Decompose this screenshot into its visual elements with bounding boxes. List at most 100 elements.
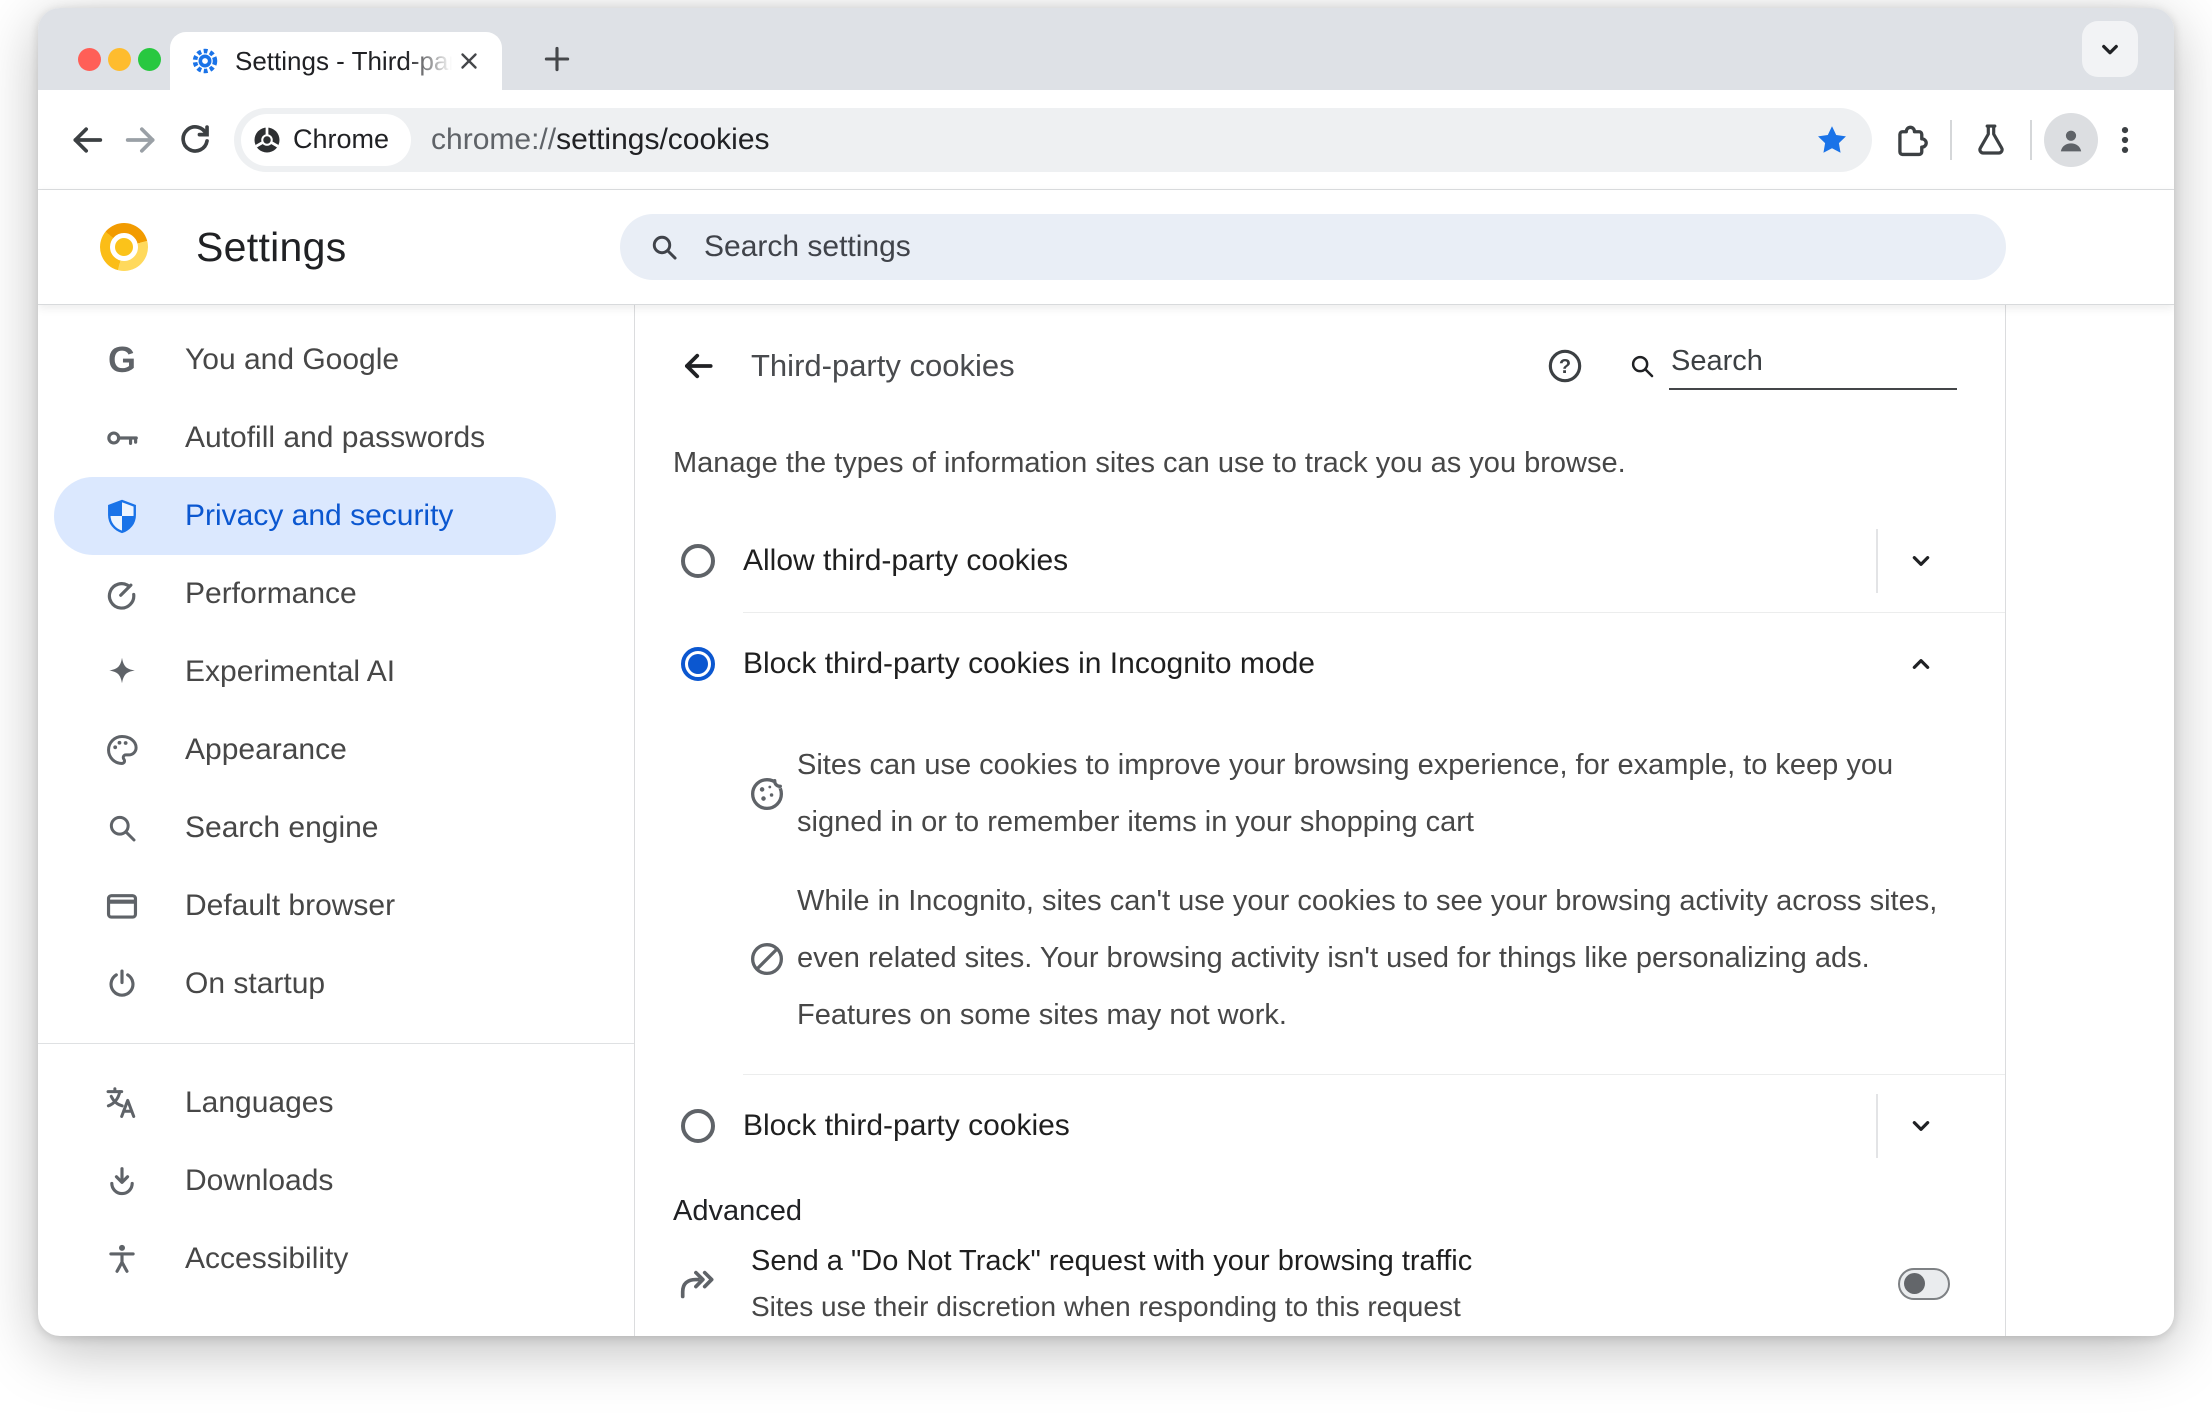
tab-title: Settings - Third-party cookies bbox=[235, 45, 452, 77]
download-icon bbox=[103, 1162, 141, 1200]
settings-header: Settings bbox=[38, 190, 2174, 305]
browser-toolbar: Chrome chrome://settings/cookies bbox=[38, 90, 2174, 190]
cookie-icon bbox=[745, 772, 789, 816]
url-text[interactable]: chrome://settings/cookies bbox=[431, 123, 770, 157]
maximize-window-button[interactable] bbox=[138, 48, 161, 71]
intro-text: Manage the types of information sites ca… bbox=[673, 447, 1626, 479]
do-not-track-subtitle: Sites use their discretion when respondi… bbox=[751, 1291, 1461, 1322]
option-block-incognito[interactable]: Block third-party cookies in Incognito m… bbox=[675, 613, 1964, 715]
power-icon bbox=[103, 965, 141, 1003]
blocked-icon bbox=[745, 937, 789, 981]
settings-sidebar: G You and Google Autofill and passwords bbox=[38, 305, 635, 1336]
back-arrow-icon[interactable] bbox=[679, 347, 717, 385]
tab-search-button[interactable] bbox=[2082, 21, 2138, 77]
bookmark-star-icon[interactable] bbox=[1810, 118, 1854, 162]
toolbar-divider bbox=[2030, 119, 2032, 160]
extensions-icon[interactable] bbox=[1884, 113, 1938, 167]
chevron-up-icon bbox=[1912, 659, 1930, 669]
tab-close-icon[interactable] bbox=[452, 44, 486, 78]
reload-button[interactable] bbox=[168, 113, 222, 167]
chrome-logo-icon bbox=[252, 125, 282, 155]
sidebar-item-experimental-ai[interactable]: Experimental AI bbox=[54, 633, 556, 711]
tab-title-fade bbox=[406, 45, 452, 77]
do-not-track-text: Send a "Do Not Track" request with your … bbox=[751, 1238, 1472, 1330]
minimize-window-button[interactable] bbox=[108, 48, 131, 71]
content-right-gutter bbox=[2006, 305, 2174, 1336]
collapse-incognito-button[interactable] bbox=[1878, 632, 1964, 696]
cookie-description-text: Sites can use cookies to improve your br… bbox=[797, 749, 1894, 838]
sidebar-divider bbox=[38, 1043, 634, 1044]
settings-content: Third-party cookies ? Manage the types o… bbox=[635, 305, 2006, 1336]
content-header: Third-party cookies ? bbox=[635, 305, 2005, 417]
palette-icon bbox=[103, 731, 141, 769]
chrome-chip-label: Chrome bbox=[293, 124, 390, 154]
speedometer-icon bbox=[103, 575, 141, 613]
radio-block[interactable] bbox=[681, 1109, 715, 1143]
back-button[interactable] bbox=[60, 113, 114, 167]
sidebar-item-default-browser[interactable]: Default browser bbox=[54, 867, 556, 945]
settings-title: Settings bbox=[196, 223, 347, 270]
toolbar-divider bbox=[1950, 119, 1952, 160]
page-search-input[interactable] bbox=[1669, 342, 1957, 390]
cookie-description-row: Sites can use cookies to improve your br… bbox=[745, 737, 1964, 851]
sidebar-item-search-engine[interactable]: Search engine bbox=[54, 789, 556, 867]
settings-search-bar[interactable] bbox=[620, 214, 2006, 280]
shield-icon bbox=[103, 497, 141, 535]
chevron-down-icon bbox=[1912, 556, 1930, 566]
chrome-canary-logo bbox=[100, 223, 148, 271]
address-bar[interactable]: Chrome chrome://settings/cookies bbox=[234, 107, 1872, 172]
sidebar-item-you-and-google[interactable]: G You and Google bbox=[54, 321, 556, 399]
do-not-track-row: Send a "Do Not Track" request with your … bbox=[675, 1238, 1950, 1330]
accessibility-person-icon bbox=[103, 1240, 141, 1278]
tab-strip: Settings - Third-party cookies bbox=[38, 8, 2174, 90]
sidebar-item-accessibility[interactable]: Accessibility bbox=[54, 1220, 556, 1298]
translate-icon bbox=[103, 1084, 141, 1122]
option-allow-third-party-cookies[interactable]: Allow third-party cookies bbox=[675, 510, 1964, 612]
browser-window: Settings - Third-party cookies bbox=[38, 8, 2174, 1336]
forward-button[interactable] bbox=[114, 113, 168, 167]
sidebar-item-performance[interactable]: Performance bbox=[54, 555, 556, 633]
sidebar-item-downloads[interactable]: Downloads bbox=[54, 1142, 556, 1220]
sidebar-item-appearance[interactable]: Appearance bbox=[54, 711, 556, 789]
browser-menu-kebab-icon[interactable] bbox=[2098, 113, 2152, 167]
sidebar-item-languages[interactable]: Languages bbox=[54, 1064, 556, 1142]
settings-gear-favicon-icon bbox=[190, 46, 220, 76]
do-not-track-arrow-icon bbox=[675, 1262, 719, 1306]
expand-block-button[interactable] bbox=[1878, 1094, 1964, 1158]
blocked-description-row: While in Incognito, sites can't use your… bbox=[745, 873, 1964, 1044]
key-icon bbox=[103, 419, 141, 457]
do-not-track-toggle[interactable] bbox=[1898, 1268, 1950, 1300]
radio-allow[interactable] bbox=[681, 544, 715, 578]
chevron-down-icon bbox=[1912, 1121, 1930, 1131]
radio-block-incognito[interactable] bbox=[681, 647, 715, 681]
expand-allow-button[interactable] bbox=[1878, 529, 1964, 593]
page-title: Third-party cookies bbox=[751, 348, 1015, 383]
option-block-third-party-cookies[interactable]: Block third-party cookies bbox=[675, 1075, 1964, 1177]
sidebar-item-privacy-and-security[interactable]: Privacy and security bbox=[54, 477, 556, 555]
new-tab-button[interactable] bbox=[534, 36, 580, 82]
sparkle-icon bbox=[103, 653, 141, 691]
settings-main: G You and Google Autofill and passwords bbox=[38, 305, 2174, 1336]
help-icon[interactable]: ? bbox=[1543, 344, 1587, 388]
magnifier-icon bbox=[103, 809, 141, 847]
url-path: settings/cookies bbox=[556, 122, 770, 156]
blocked-description-text: While in Incognito, sites can't use your… bbox=[797, 885, 1938, 1031]
settings-search-input[interactable] bbox=[702, 229, 1994, 265]
google-g-icon: G bbox=[107, 339, 136, 380]
search-icon bbox=[1631, 355, 1654, 378]
page-search[interactable] bbox=[1627, 342, 1957, 390]
close-window-button[interactable] bbox=[78, 48, 101, 71]
profile-avatar[interactable] bbox=[2044, 112, 2098, 167]
tab-settings[interactable]: Settings - Third-party cookies bbox=[170, 32, 502, 90]
url-scheme: chrome:// bbox=[431, 122, 557, 156]
search-icon bbox=[648, 231, 680, 263]
sidebar-item-on-startup[interactable]: On startup bbox=[54, 945, 556, 1023]
advanced-section-label: Advanced bbox=[673, 1195, 802, 1227]
chrome-site-chip[interactable]: Chrome bbox=[241, 113, 412, 166]
traffic-lights bbox=[78, 48, 161, 71]
sidebar-item-autofill[interactable]: Autofill and passwords bbox=[54, 399, 556, 477]
svg-text:?: ? bbox=[1559, 356, 1571, 378]
browser-window-icon bbox=[103, 887, 141, 925]
labs-flask-icon[interactable] bbox=[1964, 113, 2018, 167]
do-not-track-title: Send a "Do Not Track" request with your … bbox=[751, 1245, 1473, 1277]
